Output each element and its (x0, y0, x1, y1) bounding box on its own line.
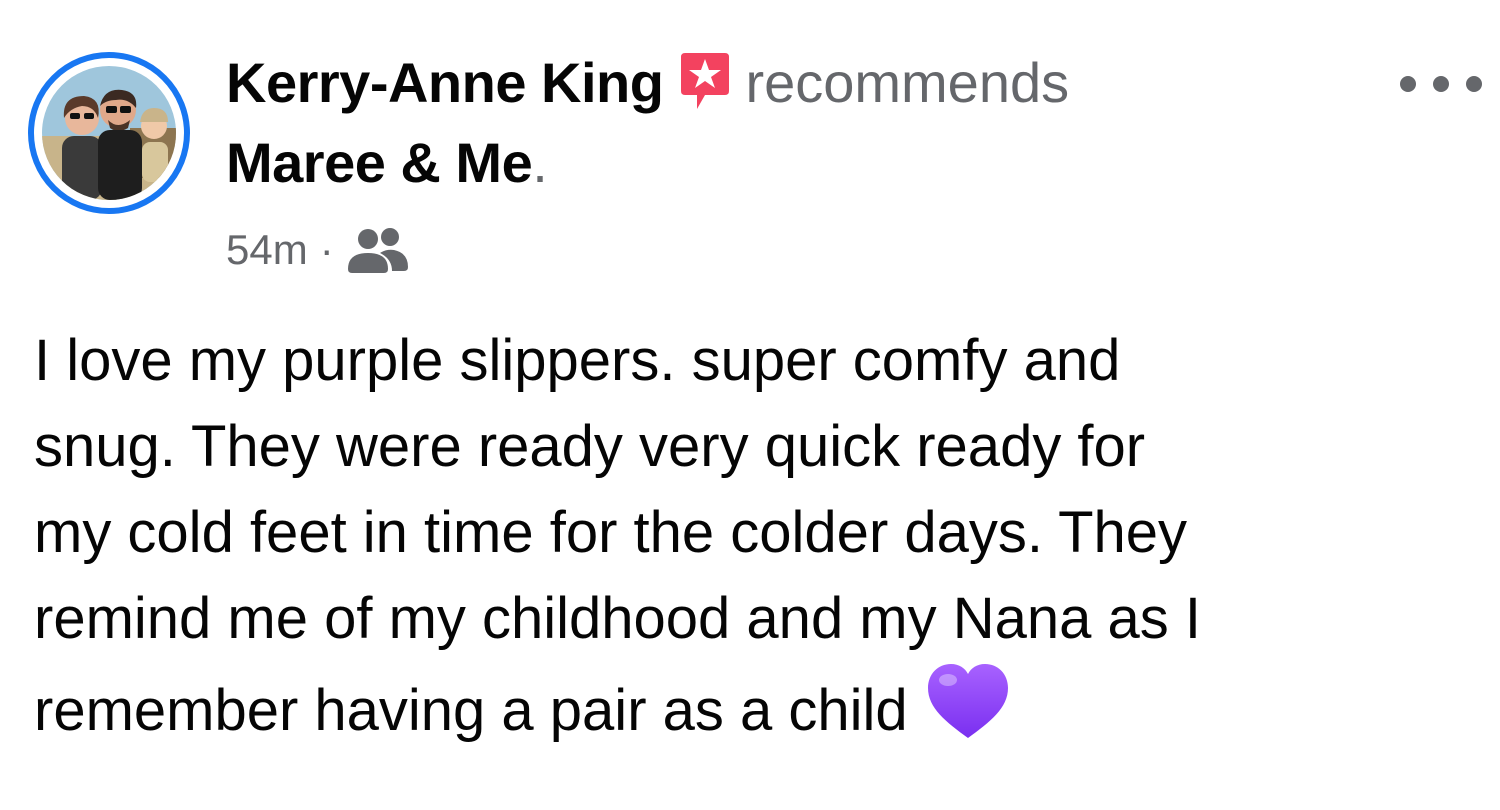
page-name-link[interactable]: Maree & Me (226, 130, 533, 195)
page-name-period: . (532, 131, 548, 194)
post-text: I love my purple slippers. super comfy a… (34, 328, 1201, 743)
recommendation-post: Kerry-Anne King recommends Maree & Me . … (0, 0, 1500, 810)
purple-heart-icon (926, 662, 1010, 742)
post-header-line: Kerry-Anne King recommends (226, 42, 1069, 122)
author-name[interactable]: Kerry-Anne King (226, 50, 664, 115)
more-options-icon[interactable] (1400, 64, 1482, 104)
page-line: Maree & Me . (226, 130, 548, 200)
meta-separator: · (319, 226, 334, 273)
post-timestamp[interactable]: 54m (226, 226, 308, 274)
post-body: I love my purple slippers. super comfy a… (34, 318, 1474, 754)
avatar-image (42, 66, 176, 200)
more-dot (1400, 76, 1416, 92)
recommends-label: recommends (745, 50, 1070, 114)
author-avatar[interactable] (28, 52, 190, 214)
post-meta: 54m · (226, 218, 410, 282)
friends-icon[interactable] (346, 223, 410, 277)
more-dot (1433, 76, 1449, 92)
more-dot (1466, 76, 1482, 92)
recommendation-star-icon (679, 51, 731, 113)
